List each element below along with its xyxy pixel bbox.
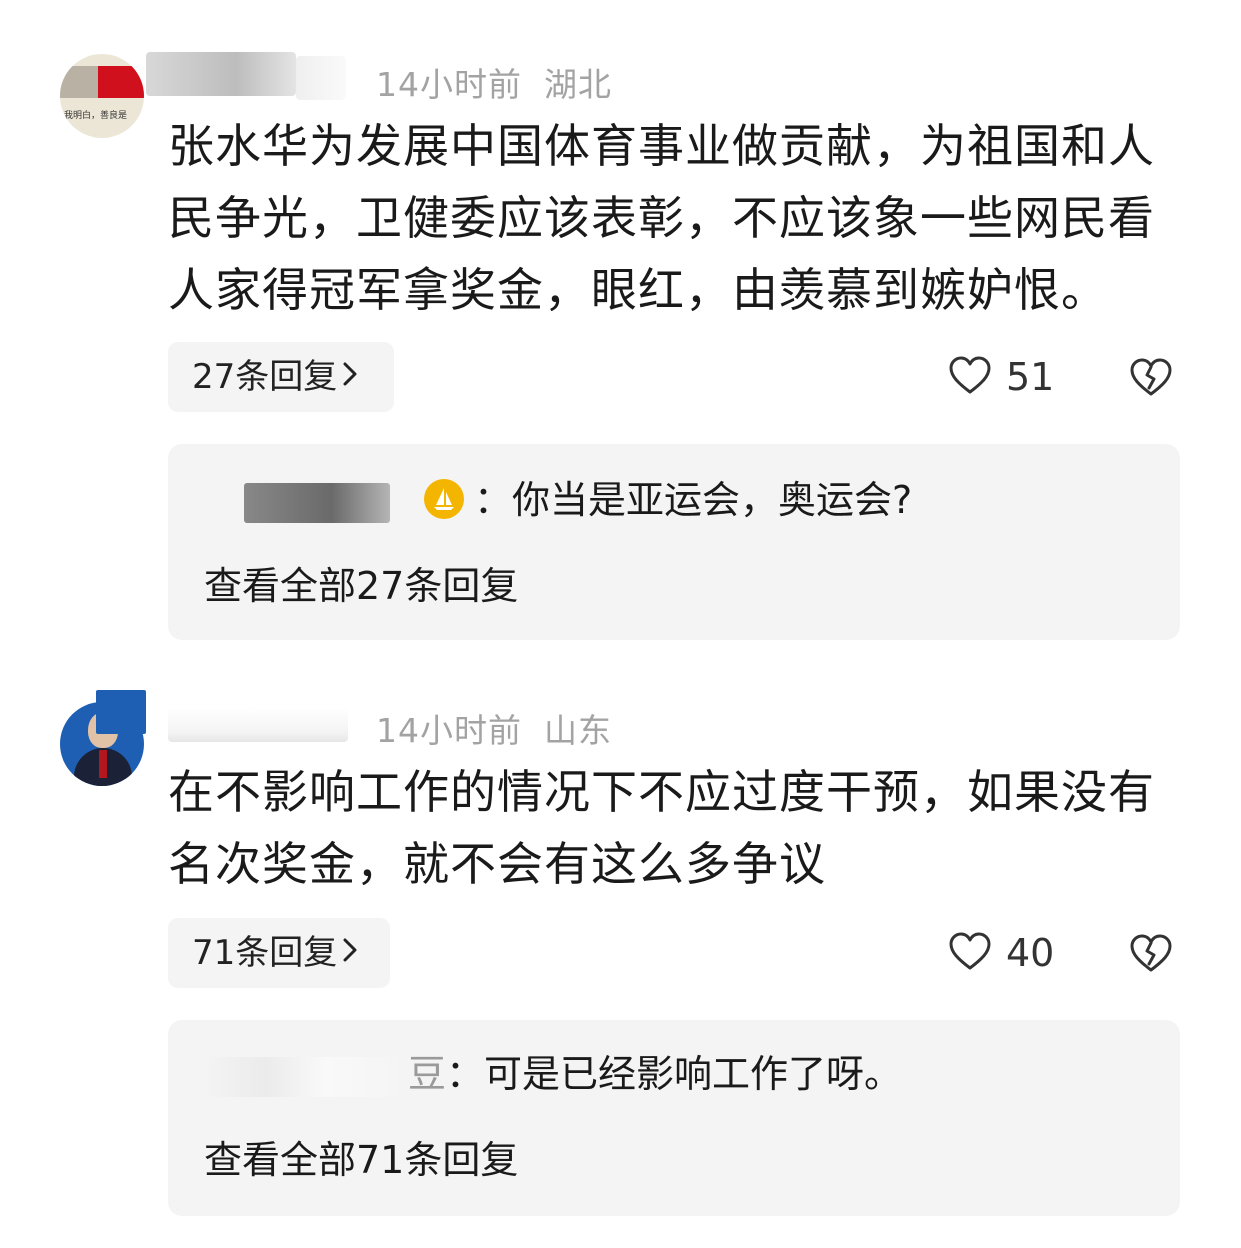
broken-heart-icon — [1128, 934, 1174, 978]
reply-author-redacted — [204, 1056, 408, 1097]
avatar-image-part — [60, 66, 98, 98]
comment-meta: 14小时前 山东 — [376, 704, 612, 752]
replies-label: 27条回复 — [192, 357, 338, 397]
reply-preview-box[interactable]: ：你当是亚运会，奥运会? 查看全部27条回复 — [168, 444, 1180, 640]
username-redacted[interactable] — [146, 52, 296, 96]
sail-badge-icon — [424, 478, 464, 519]
username-redacted — [296, 56, 346, 100]
broken-heart-icon — [1128, 358, 1174, 402]
username-redacted[interactable] — [168, 708, 348, 742]
reply-preview-box[interactable]: 豆：可是已经影响工作了呀。 查看全部71条回复 — [168, 1020, 1180, 1216]
reply-text: ：你当是亚运会，奥运会? — [474, 478, 913, 522]
comment-region: 湖北 — [544, 65, 612, 104]
view-all-replies-link[interactable]: 查看全部27条回复 — [204, 556, 518, 616]
replies-button[interactable]: 27条回复 — [168, 342, 394, 412]
comment-text: 在不影响工作的情况下不应过度干预，如果没有名次奖金，就不会有这么多争议 — [168, 765, 1155, 891]
comment-region: 山东 — [544, 711, 612, 750]
chevron-right-icon — [343, 916, 357, 986]
like-button[interactable]: 40 — [948, 928, 1054, 978]
reply-preview[interactable]: ：你当是亚运会，奥运会? — [204, 470, 912, 530]
user-avatar[interactable]: 我明白，善良是 — [60, 54, 144, 138]
like-count: 51 — [1006, 355, 1055, 399]
chevron-right-icon — [343, 340, 357, 410]
like-count: 40 — [1006, 931, 1055, 975]
reply-author-redacted — [244, 482, 390, 523]
heart-outline-icon — [948, 931, 992, 975]
dislike-button[interactable] — [1128, 932, 1174, 978]
reply-text: ：可是已经影响工作了呀。 — [446, 1052, 903, 1096]
reply-author-tail: 豆 — [408, 1052, 447, 1096]
avatar-image-part — [98, 66, 144, 98]
avatar-image-part — [99, 750, 107, 778]
reply-preview[interactable]: 豆：可是已经影响工作了呀。 — [204, 1044, 902, 1104]
avatar-caption: 我明白，善良是 — [64, 111, 128, 121]
view-all-replies-link[interactable]: 查看全部71条回复 — [204, 1130, 518, 1190]
dislike-button[interactable] — [1128, 356, 1174, 402]
comment-time: 14小时前 — [376, 711, 522, 750]
comment-meta: 14小时前 湖北 — [376, 58, 612, 106]
comment-text: 张水华为发展中国体育事业做贡献，为祖国和人民争光，卫健委应该表彰，不应该象一些网… — [168, 119, 1155, 317]
heart-outline-icon — [948, 355, 992, 399]
comment-time: 14小时前 — [376, 65, 522, 104]
replies-button[interactable]: 71条回复 — [168, 918, 390, 988]
avatar-overlay-redacted — [96, 690, 146, 734]
like-button[interactable]: 51 — [948, 352, 1054, 402]
replies-label: 71条回复 — [192, 933, 338, 973]
